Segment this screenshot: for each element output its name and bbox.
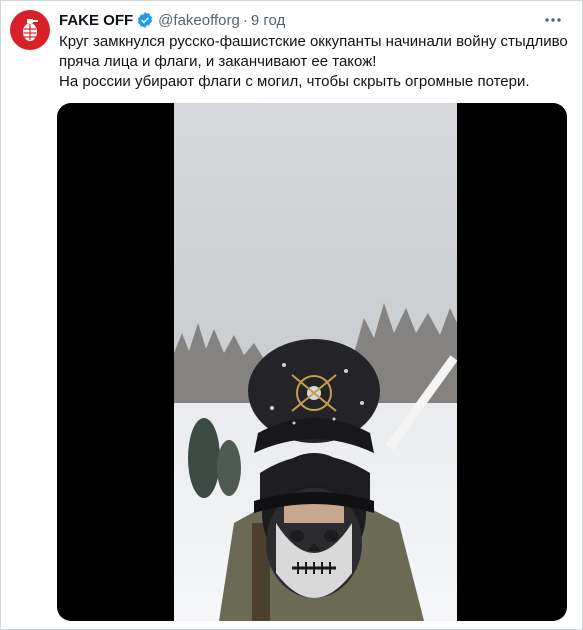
tweet-text: Круг замкнулся русско-фашистские оккупан… bbox=[59, 32, 568, 92]
verified-badge-icon bbox=[136, 11, 154, 29]
avatar[interactable] bbox=[10, 10, 50, 50]
tweet-timestamp[interactable]: 9 год bbox=[251, 12, 285, 29]
author-name[interactable]: FAKE OFF bbox=[59, 12, 133, 29]
grenade-logo-icon bbox=[23, 19, 38, 41]
author-handle[interactable]: @fakeofforg bbox=[158, 12, 240, 29]
tweet-card[interactable]: FAKE OFF @fakeofforg · 9 год Круг замкну… bbox=[0, 0, 583, 630]
separator-dot: · bbox=[242, 11, 248, 29]
tweet-header: FAKE OFF @fakeofforg · 9 год bbox=[59, 10, 572, 30]
tweet-text-line-1: Круг замкнулся русско-фашистские оккупан… bbox=[59, 33, 568, 70]
video-player[interactable] bbox=[57, 103, 567, 621]
more-dots-icon[interactable] bbox=[542, 10, 564, 30]
tweet-text-line-2: На россии убирают флаги с могил, чтобы с… bbox=[59, 73, 530, 90]
video-frame bbox=[174, 103, 457, 621]
